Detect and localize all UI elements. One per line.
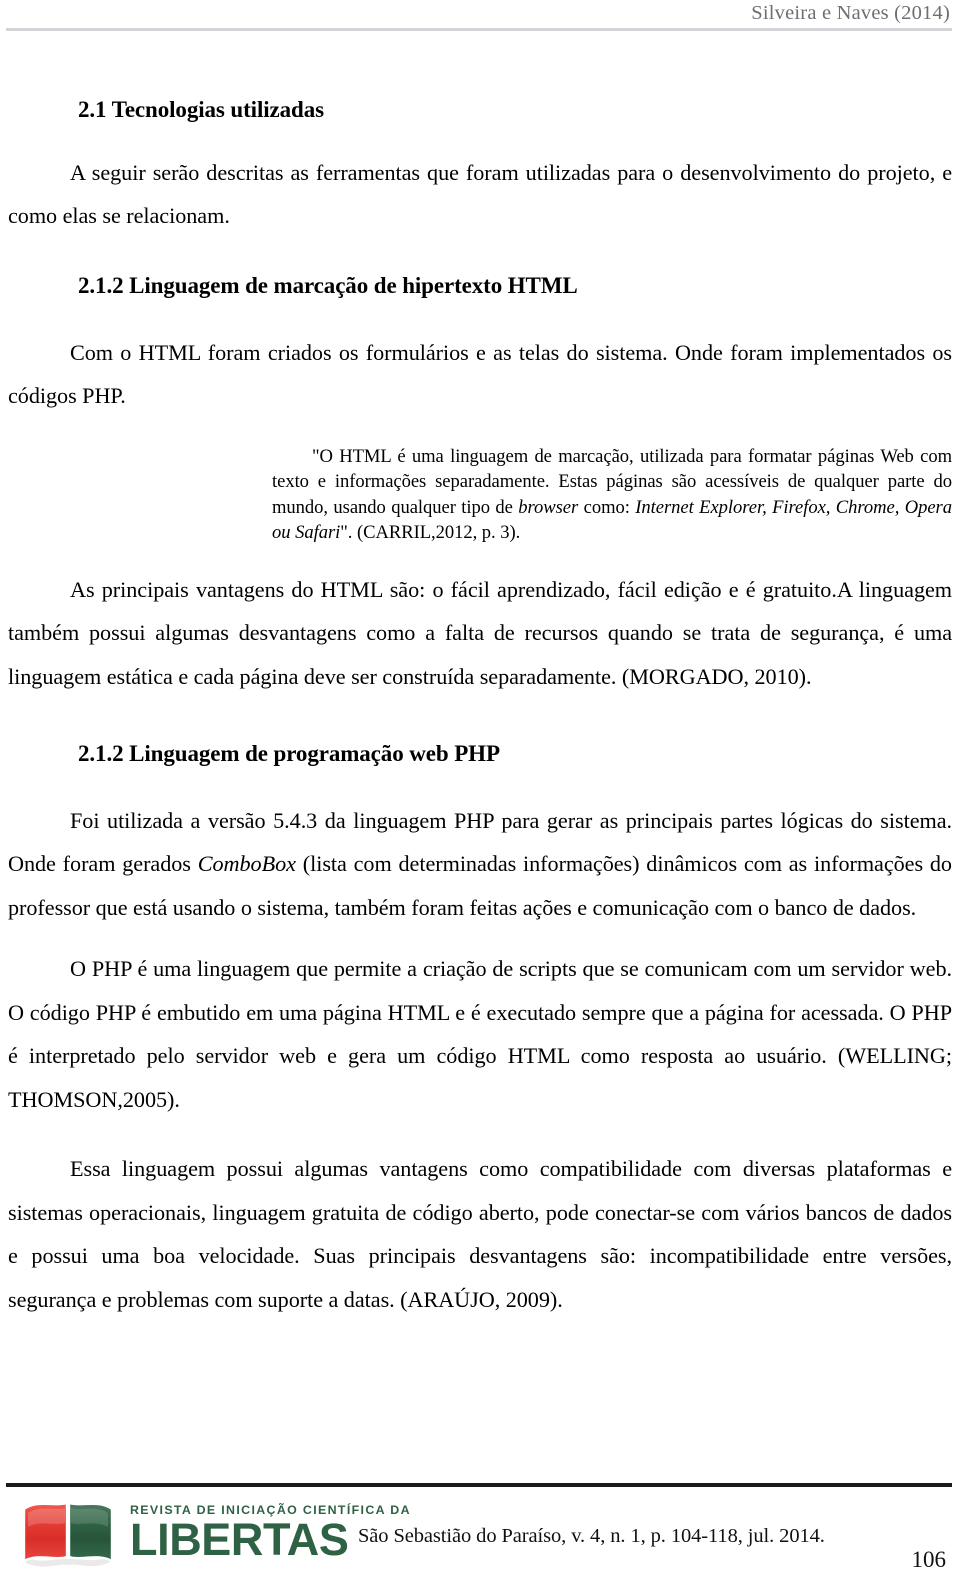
blockquote-carril: "O HTML é uma linguagem de marcação, uti…	[272, 444, 952, 546]
subsection-heading-php: 2.1.2 Linguagem de programação web PHP	[78, 741, 500, 766]
citation-italic-browser: browser	[518, 496, 579, 518]
subsection-heading-html: 2.1.2 Linguagem de marcação de hipertext…	[78, 272, 578, 298]
section-heading-tecnologias: 2.1 Tecnologias utilizadas	[78, 97, 324, 122]
document-page: Silveira e Naves (2014) 2.1 Tecnologias …	[0, 0, 960, 1579]
citation-text-part2: como:	[578, 496, 636, 518]
footer-inner: REVISTA DE INICIAÇÃO CIENTÍFICA DA LIBER…	[0, 1489, 960, 1579]
header-divider	[6, 28, 952, 31]
paragraph-php-scripts: O PHP é uma linguagem que permite a cria…	[8, 956, 952, 1112]
running-header: Silveira e Naves (2014)	[0, 0, 960, 32]
citation-text-part3: ". (CARRIL,2012, p. 3).	[340, 522, 521, 543]
paragraph-html-usage: Com o HTML foram criados os formulários …	[8, 339, 952, 409]
page-footer: REVISTA DE INICIAÇÃO CIENTÍFICA DA LIBER…	[0, 1479, 960, 1579]
paragraph-php-advantages: Essa linguagem possui algumas vantagens …	[8, 1156, 952, 1312]
running-head-text: Silveira e Naves (2014)	[751, 2, 950, 24]
page-number: 106	[911, 1547, 947, 1572]
paragraph-php-version: Foi utilizada a versão 5.4.3 da linguage…	[8, 799, 952, 930]
libertas-logo: REVISTA DE INICIAÇÃO CIENTÍFICA DA LIBER…	[14, 1497, 411, 1569]
page-content: 2.1 Tecnologias utilizadas A seguir serã…	[8, 96, 952, 1321]
open-book-icon	[22, 1501, 114, 1567]
footer-divider	[6, 1483, 952, 1487]
paragraph-html-advantages: As principais vantagens do HTML são: o f…	[8, 576, 952, 689]
php-italic-combobox: ComboBox	[197, 851, 296, 877]
footer-citation: São Sebastião do Paraíso, v. 4, n. 1, p.…	[358, 1525, 825, 1547]
paragraph-intro: A seguir serão descritas as ferramentas …	[8, 159, 952, 229]
